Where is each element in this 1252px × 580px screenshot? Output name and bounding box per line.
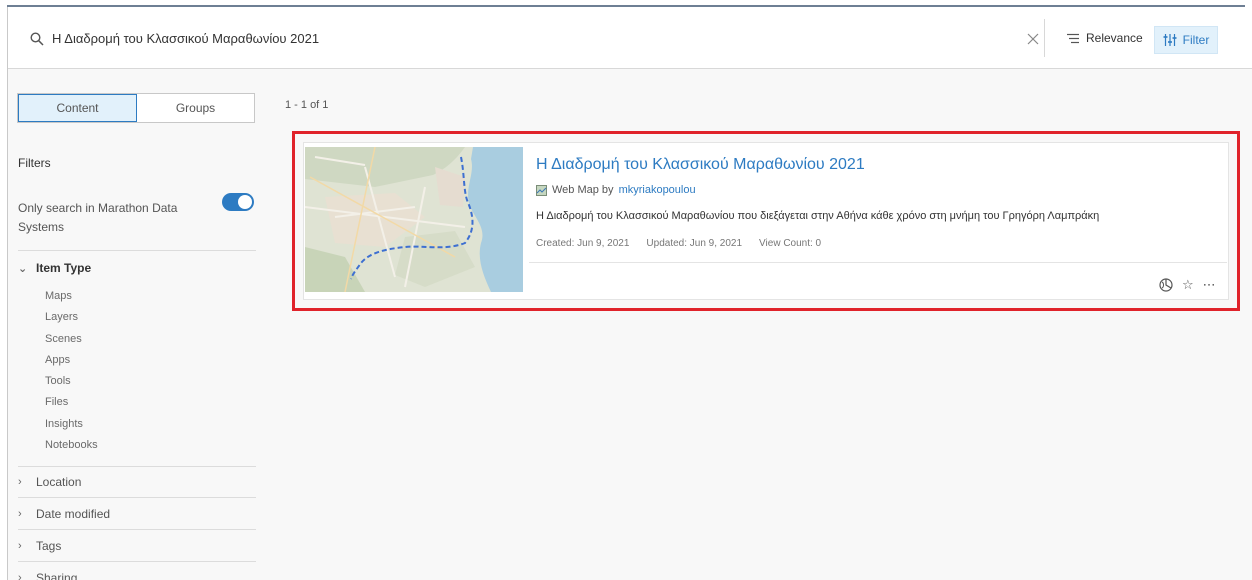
- search-input[interactable]: Η Διαδρομή του Κλασσικού Μαραθωνίου 2021: [52, 31, 319, 46]
- sharing-filter-label: Sharing: [36, 571, 78, 580]
- divider: [18, 497, 256, 498]
- content-groups-toggle: Content Groups: [17, 93, 255, 123]
- chevron-right-icon: ›: [18, 476, 22, 488]
- owner-link[interactable]: mkyriakopoulou: [619, 184, 696, 196]
- sort-label: Relevance: [1086, 31, 1143, 45]
- tab-content[interactable]: Content: [18, 94, 137, 122]
- search-bar: Η Διαδρομή του Κλασσικού Μαραθωνίου 2021…: [8, 7, 1252, 69]
- view-count: View Count: 0: [759, 238, 822, 249]
- item-type-apps[interactable]: Apps: [45, 350, 98, 371]
- chevron-right-icon: ›: [18, 540, 22, 552]
- chevron-right-icon: ›: [18, 508, 22, 520]
- card-actions: ☆ ⋯: [1159, 277, 1216, 293]
- search-icon: [30, 32, 44, 46]
- divider: [18, 250, 256, 251]
- only-search-label: Only search in Marathon Data Systems: [18, 201, 178, 234]
- date-modified-filter-header[interactable]: › Date modified: [18, 507, 110, 521]
- item-type-layers[interactable]: Layers: [45, 307, 98, 328]
- map-thumbnail[interactable]: [305, 147, 523, 292]
- more-options-icon[interactable]: ⋯: [1203, 277, 1216, 293]
- web-map-icon: [536, 184, 547, 196]
- tab-groups[interactable]: Groups: [137, 94, 254, 122]
- sort-button[interactable]: Relevance: [1066, 31, 1143, 45]
- item-type-filter-header[interactable]: ⌄ Item Type: [18, 261, 91, 275]
- item-type-insights[interactable]: Insights: [45, 414, 98, 435]
- filter-sidebar: Content Groups Filters Only search in Ma…: [8, 70, 270, 580]
- filter-label: Filter: [1182, 33, 1210, 47]
- chevron-right-icon: ›: [18, 572, 22, 580]
- result-description: Η Διαδρομή του Κλασσικού Μαραθωνίου που …: [536, 210, 1100, 222]
- date-modified-filter-label: Date modified: [36, 507, 111, 521]
- divider: [1044, 19, 1045, 57]
- window-top-edge: [0, 0, 1252, 7]
- result-metadata: Created: Jun 9, 2021 Updated: Jun 9, 202…: [536, 238, 821, 249]
- result-card: Η Διαδρομή του Κλασσικού Μαραθωνίου 2021…: [303, 142, 1229, 300]
- sharing-status-icon[interactable]: [1159, 278, 1173, 292]
- sort-icon: [1067, 33, 1079, 43]
- favorite-star-icon[interactable]: ☆: [1182, 277, 1194, 293]
- filter-button[interactable]: Filter: [1154, 26, 1218, 54]
- updated-date: Updated: Jun 9, 2021: [646, 238, 743, 249]
- item-type-owner: Web Map by mkyriakopoulou: [536, 184, 696, 196]
- item-type-maps[interactable]: Maps: [45, 286, 98, 307]
- sharing-filter-header[interactable]: › Sharing: [18, 571, 77, 580]
- close-icon[interactable]: [1026, 32, 1040, 46]
- item-type-list: Maps Layers Scenes Apps Tools Files Insi…: [45, 286, 98, 456]
- divider: [18, 466, 256, 467]
- chevron-down-icon: ⌄: [18, 262, 28, 275]
- item-type-files[interactable]: Files: [45, 392, 98, 413]
- created-date: Created: Jun 9, 2021: [536, 238, 630, 249]
- item-type-label: Item Type: [36, 261, 92, 275]
- divider: [529, 262, 1227, 263]
- divider: [18, 529, 256, 530]
- only-search-toggle[interactable]: [222, 193, 254, 211]
- location-filter-label: Location: [36, 475, 82, 489]
- result-title-link[interactable]: Η Διαδρομή του Κλασσικού Μαραθωνίου 2021: [536, 156, 865, 174]
- item-type-tools[interactable]: Tools: [45, 371, 98, 392]
- location-filter-header[interactable]: › Location: [18, 475, 81, 489]
- content-search-page: Η Διαδρομή του Κλασσικού Μαραθωνίου 2021…: [7, 7, 1252, 580]
- tags-filter-header[interactable]: › Tags: [18, 539, 61, 553]
- divider: [18, 561, 256, 562]
- results-count: 1 - 1 of 1: [285, 99, 329, 111]
- item-type-scenes[interactable]: Scenes: [45, 329, 98, 350]
- sliders-icon: [1163, 34, 1177, 46]
- item-type-notebooks[interactable]: Notebooks: [45, 435, 98, 456]
- tags-filter-label: Tags: [36, 539, 62, 553]
- item-type-text: Web Map by: [552, 184, 614, 196]
- filters-heading: Filters: [18, 156, 51, 170]
